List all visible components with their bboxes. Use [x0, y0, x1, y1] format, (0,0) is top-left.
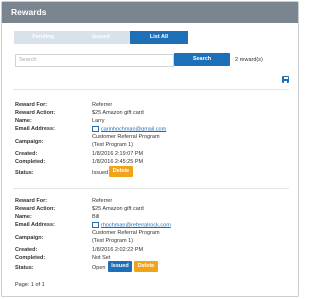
divider [13, 188, 289, 189]
mail-icon [92, 221, 99, 228]
name-value: Bill [92, 214, 100, 220]
search-button[interactable]: Search [174, 53, 230, 66]
pagination: Page: 1 of 1 [15, 282, 45, 288]
reward-action-value: $25 Amazon gift card [92, 206, 144, 212]
name-value: Larry [92, 118, 105, 124]
status-value: Open [92, 265, 106, 271]
save-icon[interactable] [282, 76, 289, 83]
email-label: Email Address: [15, 222, 55, 228]
reward-for-value: Referrer [92, 198, 113, 204]
campaign-label: Campaign: [15, 235, 44, 241]
campaign-value: Customer Referral Program (Test Program … [92, 134, 160, 149]
email-label: Email Address: [15, 126, 55, 132]
panel-title: Rewards [2, 2, 298, 23]
status-tabs: Pending Issued List All [14, 31, 188, 44]
result-count: 2 reward(s) [235, 57, 263, 63]
status-value: Issued [92, 170, 109, 176]
reward-action-value: $25 Amazon gift card [92, 110, 144, 116]
tab-list-all[interactable]: List All [130, 31, 188, 44]
status-label: Status: [15, 265, 34, 271]
delete-button[interactable]: Delete [109, 166, 133, 177]
campaign-program: (Test Program 1) [92, 238, 133, 244]
tab-pending[interactable]: Pending [14, 31, 72, 44]
completed-value: 1/8/2016 2:45:25 PM [92, 159, 144, 165]
reward-for-value: Referrer [92, 102, 113, 108]
campaign-label: Campaign: [15, 139, 44, 145]
issue-button[interactable]: Issued [108, 261, 132, 272]
divider [13, 89, 289, 90]
rewards-panel: Rewards Pending Issued List All Search S… [1, 1, 299, 297]
completed-label: Completed: [15, 255, 46, 261]
email-link[interactable]: carinhochman@gmail.com [101, 126, 166, 132]
email-link[interactable]: rhochman@referralrock.com [101, 222, 171, 228]
email-value: carinhochman@gmail.com [92, 125, 166, 133]
status-label: Status: [15, 170, 34, 176]
reward-for-label: Reward For: [15, 102, 48, 108]
campaign-name: Customer Referral Program [92, 230, 160, 236]
reward-action-label: Reward Action: [15, 206, 56, 212]
reward-for-label: Reward For: [15, 198, 48, 204]
reward-action-label: Reward Action: [15, 110, 56, 116]
campaign-value: Customer Referral Program (Test Program … [92, 230, 160, 245]
created-label: Created: [15, 247, 38, 253]
campaign-program: (Test Program 1) [92, 142, 133, 148]
created-value: 1/8/2016 2:02:22 PM [92, 247, 144, 253]
mail-icon [92, 125, 99, 132]
email-value: rhochman@referralrock.com [92, 221, 171, 229]
tab-issued[interactable]: Issued [72, 31, 130, 44]
created-label: Created: [15, 151, 38, 157]
campaign-name: Customer Referral Program [92, 134, 160, 140]
delete-button[interactable]: Delete [134, 261, 158, 272]
name-label: Name: [15, 214, 32, 220]
completed-label: Completed: [15, 159, 46, 165]
name-label: Name: [15, 118, 32, 124]
created-value: 1/8/2016 2:19:07 PM [92, 151, 144, 157]
search-input[interactable]: Search [15, 54, 174, 67]
